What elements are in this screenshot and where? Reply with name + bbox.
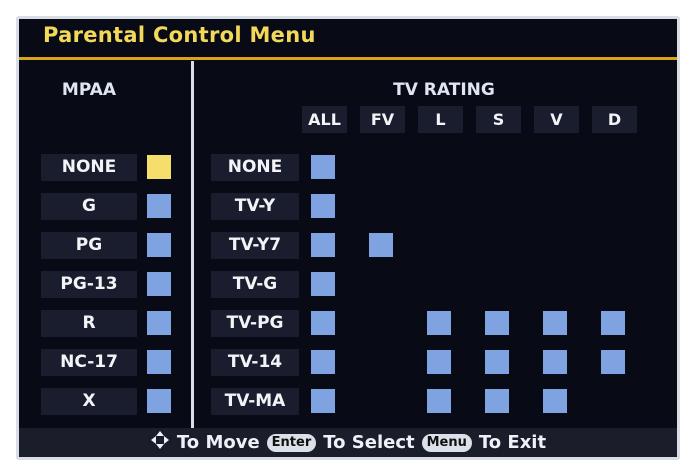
tv-column-v: V: [534, 106, 579, 133]
tv-column-s: S: [476, 106, 521, 133]
move-hint: To Move: [176, 432, 260, 453]
mpaa-checkbox-none[interactable]: [147, 155, 171, 179]
tv-checkbox-tv-ma-s[interactable]: [485, 389, 509, 413]
mpaa-label-x: X: [41, 388, 137, 415]
mpaa-checkbox-pg[interactable]: [147, 233, 171, 257]
footer-hint-bar: To Move Enter To Select Menu To Exit: [19, 428, 677, 457]
tv-checkbox-tv-pg-all[interactable]: [311, 311, 335, 335]
tv-checkbox-tv-y-all[interactable]: [311, 194, 335, 218]
page-title: Parental Control Menu: [43, 23, 316, 47]
tv-checkbox-tv-14-v[interactable]: [543, 350, 567, 374]
four-way-arrow-icon: [150, 430, 170, 455]
mpaa-label-nc-17: NC-17: [41, 349, 137, 376]
tv-checkbox-tv-14-all[interactable]: [311, 350, 335, 374]
tv-column-d: D: [592, 106, 637, 133]
tv-checkbox-tv-pg-s[interactable]: [485, 311, 509, 335]
tv-checkbox-tv-g-all[interactable]: [311, 272, 335, 296]
tv-label-tv-g: TV-G: [211, 271, 299, 298]
mpaa-label-r: R: [41, 310, 137, 337]
select-hint: To Select: [323, 432, 415, 453]
tv-checkbox-tv-pg-v[interactable]: [543, 311, 567, 335]
tv-label-tv-y: TV-Y: [211, 193, 299, 220]
tv-column-all: ALL: [302, 106, 347, 133]
mpaa-checkbox-r[interactable]: [147, 311, 171, 335]
mpaa-label-pg-13: PG-13: [41, 271, 137, 298]
tv-checkbox-tv-ma-v[interactable]: [543, 389, 567, 413]
tv-label-tv-14: TV-14: [211, 349, 299, 376]
tv-label-tv-ma: TV-MA: [211, 388, 299, 415]
column-divider: [191, 61, 194, 433]
tv-label-none: NONE: [211, 154, 299, 181]
mpaa-label-none: NONE: [41, 154, 137, 181]
tv-checkbox-tv-14-d[interactable]: [601, 350, 625, 374]
tv-checkbox-tv-14-l[interactable]: [427, 350, 451, 374]
mpaa-checkbox-pg-13[interactable]: [147, 272, 171, 296]
tv-column-fv: FV: [360, 106, 405, 133]
enter-key-badge: Enter: [266, 433, 317, 452]
tv-label-tv-pg: TV-PG: [211, 310, 299, 337]
mpaa-heading: MPAA: [61, 80, 117, 100]
tv-label-tv-y7: TV-Y7: [211, 232, 299, 259]
tv-checkbox-tv-ma-all[interactable]: [311, 389, 335, 413]
mpaa-checkbox-g[interactable]: [147, 194, 171, 218]
mpaa-checkbox-x[interactable]: [147, 389, 171, 413]
title-divider: [19, 57, 677, 60]
menu-key-badge: Menu: [421, 433, 472, 452]
tv-checkbox-tv-ma-l[interactable]: [427, 389, 451, 413]
tv-checkbox-tv-pg-l[interactable]: [427, 311, 451, 335]
parental-control-screen: Parental Control Menu MPAA TV RATING NON…: [16, 16, 680, 460]
exit-hint: To Exit: [478, 432, 547, 453]
mpaa-label-pg: PG: [41, 232, 137, 259]
tv-checkbox-tv-14-s[interactable]: [485, 350, 509, 374]
tv-checkbox-tv-pg-d[interactable]: [601, 311, 625, 335]
tv-checkbox-none-all[interactable]: [311, 155, 335, 179]
tv-column-l: L: [418, 106, 463, 133]
mpaa-checkbox-nc-17[interactable]: [147, 350, 171, 374]
mpaa-label-g: G: [41, 193, 137, 220]
tv-rating-heading: TV RATING: [393, 80, 495, 100]
tv-checkbox-tv-y7-fv[interactable]: [369, 233, 393, 257]
tv-checkbox-tv-y7-all[interactable]: [311, 233, 335, 257]
